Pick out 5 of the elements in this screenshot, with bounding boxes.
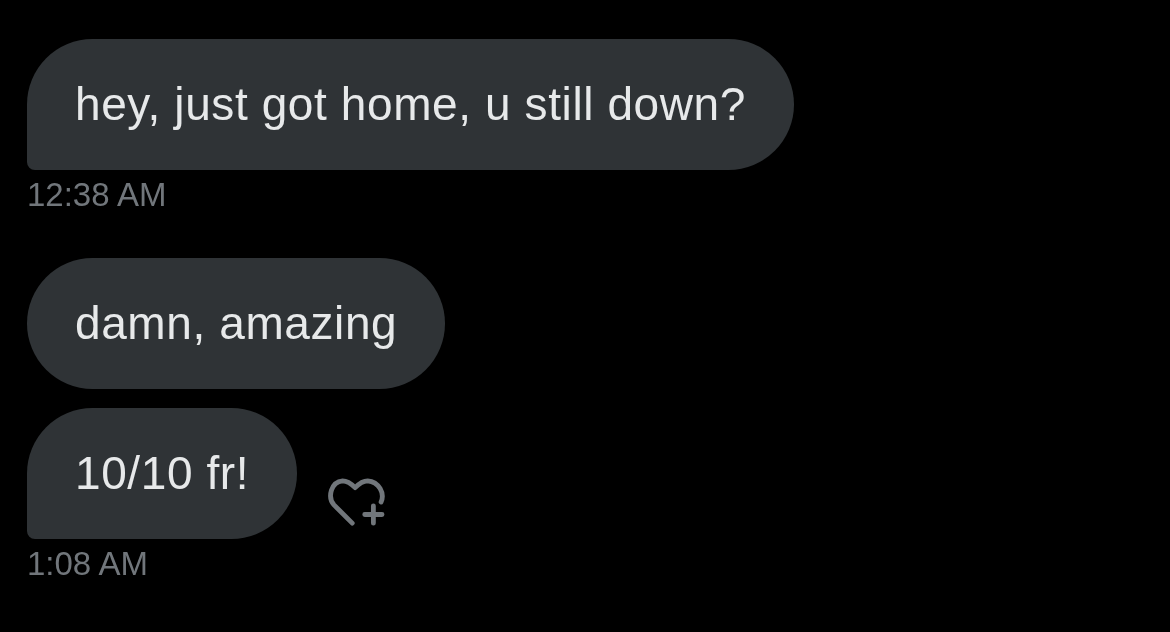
- message-bubble: damn, amazing: [27, 258, 446, 389]
- message-bubble: 10/10 fr!: [27, 408, 298, 539]
- message-bubble: hey, just got home, u still down?: [27, 39, 794, 170]
- message-timestamp: 12:38 AM: [27, 176, 167, 214]
- message-timestamp: 1:08 AM: [27, 545, 149, 583]
